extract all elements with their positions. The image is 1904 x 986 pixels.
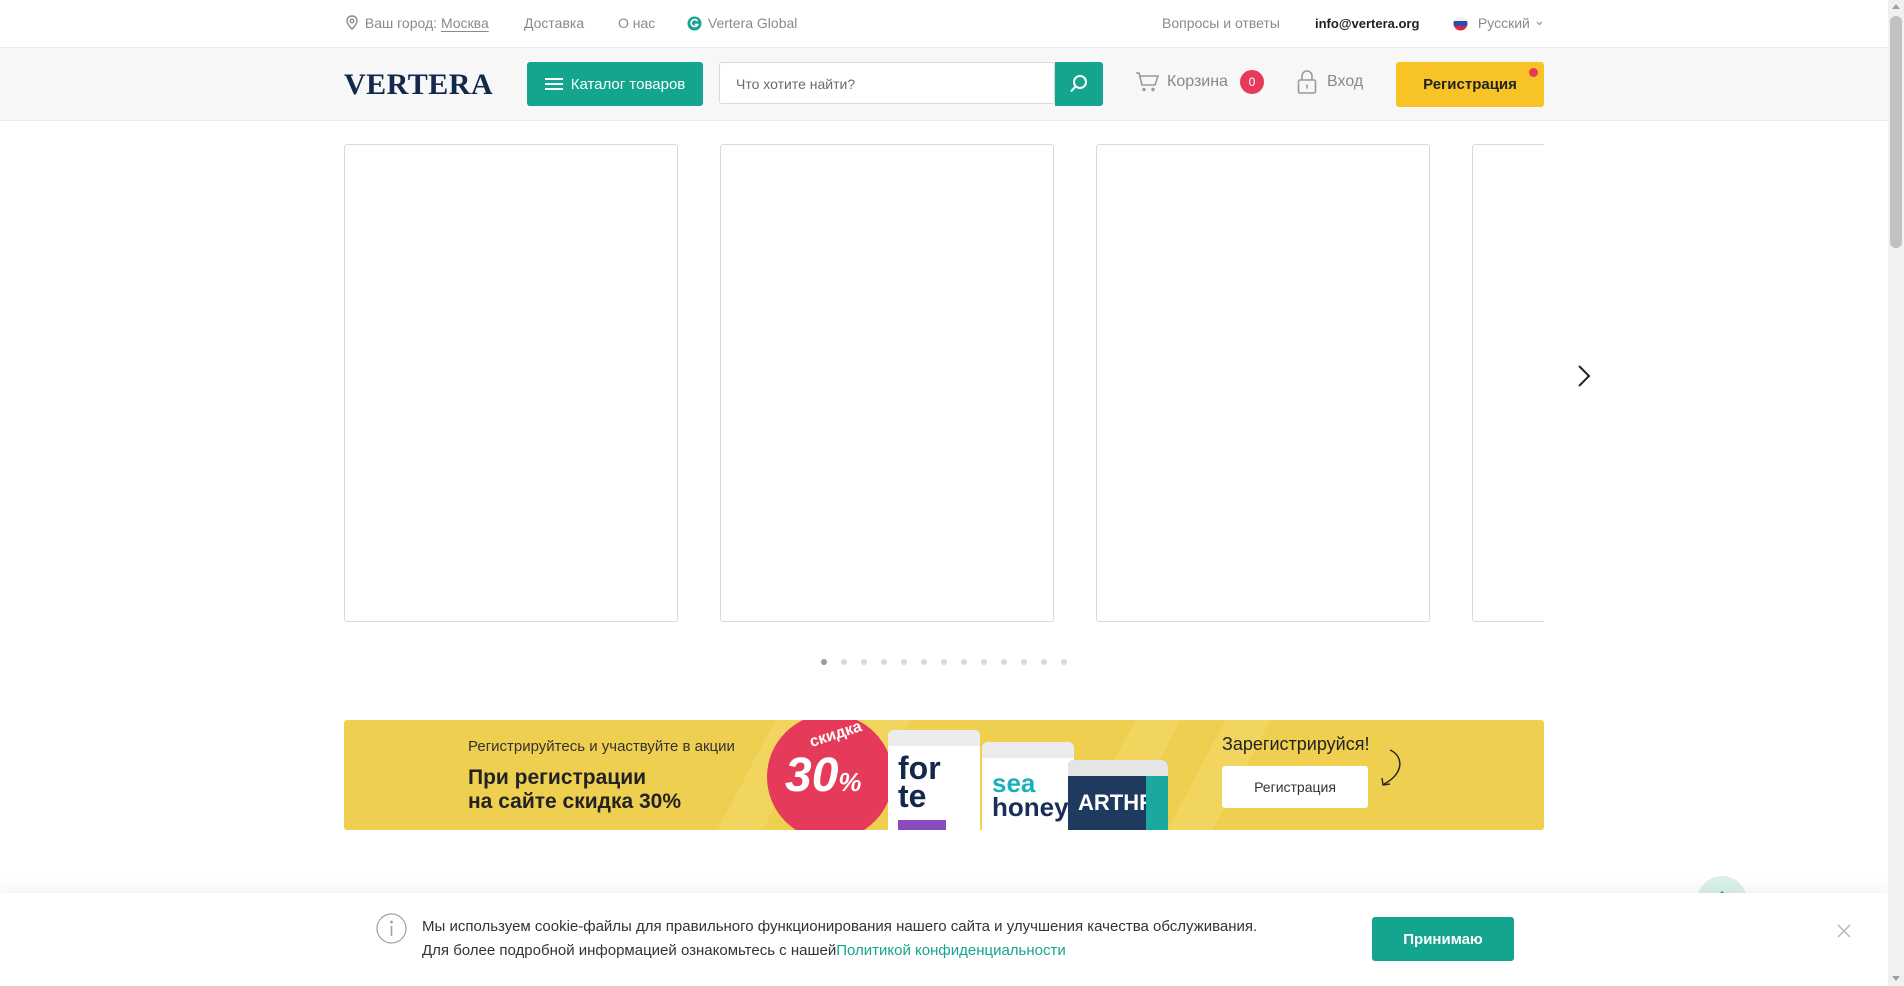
- carousel-dot[interactable]: [861, 659, 867, 665]
- chevron-down-icon: [1536, 21, 1543, 26]
- scroll-down-arrow-icon[interactable]: [1892, 976, 1900, 981]
- product-card[interactable]: [720, 144, 1054, 622]
- product-card[interactable]: [1096, 144, 1430, 622]
- cookie-line2-wrapper: Для более подробной информацией ознакомь…: [422, 939, 1257, 963]
- carousel-dot[interactable]: [1001, 659, 1007, 665]
- honey-label: honey: [992, 792, 1069, 822]
- russia-flag-icon: [1453, 16, 1468, 31]
- banner-register-button[interactable]: Регистрация: [1222, 766, 1368, 808]
- search-icon: [1070, 75, 1087, 93]
- email-link[interactable]: info@vertera.org: [1315, 16, 1419, 31]
- carousel-dot[interactable]: [1061, 659, 1067, 665]
- carousel-dot[interactable]: [841, 659, 847, 665]
- cookie-banner: Мы используем cookie-файлы для правильно…: [0, 893, 1888, 986]
- search-input[interactable]: Что хотите найти?: [719, 62, 1055, 104]
- banner-cta-text: Зарегистрируйся!: [1222, 734, 1370, 754]
- vertera-global-link[interactable]: Vertera Global: [687, 15, 797, 31]
- language-label: Русский: [1477, 15, 1530, 31]
- cart-link[interactable]: Корзина 0: [1135, 70, 1264, 94]
- cart-label: Корзина: [1167, 73, 1228, 90]
- catalog-label: Каталог товаров: [570, 75, 686, 93]
- about-link[interactable]: О нас: [618, 15, 655, 31]
- main-header: VERTERA Каталог товаров Что хотите найти…: [0, 48, 1888, 121]
- menu-icon: [544, 78, 563, 90]
- discount-number: 30%: [785, 748, 862, 803]
- banner-title: При регистрации на сайте скидка 30%: [468, 766, 728, 814]
- city-value[interactable]: Москва: [441, 15, 489, 31]
- product-jar-arthro: ARTHRO: [1068, 760, 1168, 830]
- curved-arrow-icon: [1381, 749, 1401, 786]
- banner-title-line2: на сайте скидка 30%: [468, 790, 682, 813]
- cart-icon: [1136, 72, 1159, 92]
- register-button[interactable]: Регистрация: [1396, 62, 1544, 107]
- carousel-dot[interactable]: [1021, 659, 1027, 665]
- carousel-dot[interactable]: [1041, 659, 1047, 665]
- login-label: Вход: [1327, 73, 1364, 90]
- top-bar: Ваш город: Москва Доставка О нас Vertera…: [0, 0, 1888, 48]
- login-link[interactable]: Вход: [1297, 70, 1363, 94]
- carousel-dot[interactable]: [921, 659, 927, 665]
- discount-badge: скидка 30%: [767, 720, 893, 830]
- forte-stripe: [898, 820, 946, 830]
- scroll-up-arrow-icon[interactable]: [1892, 4, 1900, 9]
- carousel-next-button[interactable]: [1572, 361, 1596, 391]
- notification-dot: [1529, 68, 1538, 77]
- language-selector[interactable]: Русский: [1453, 15, 1543, 31]
- product-card[interactable]: [1472, 144, 1544, 622]
- jar-lid: [982, 742, 1074, 758]
- vertera-global-label: Vertera Global: [707, 15, 798, 31]
- chevron-right-icon: [1578, 365, 1591, 387]
- accept-cookies-button[interactable]: Принимаю: [1372, 917, 1514, 961]
- city-label: Ваш город:: [364, 15, 438, 31]
- banner-subtitle: Регистрируйтесь и участвуйте в акции: [468, 738, 735, 755]
- city-selector[interactable]: Ваш город: Москва: [346, 15, 489, 31]
- cookie-line2: Для более подробной информацией ознакомь…: [422, 942, 837, 959]
- info-icon: [376, 913, 407, 944]
- delivery-link[interactable]: Доставка: [524, 15, 584, 31]
- faq-link[interactable]: Вопросы и ответы: [1162, 15, 1280, 31]
- catalog-button[interactable]: Каталог товаров: [527, 62, 703, 106]
- promo-banner[interactable]: Регистрируйтесь и участвуйте в акции При…: [344, 720, 1544, 830]
- cookie-line1: Мы используем cookie-файлы для правильно…: [422, 918, 1258, 935]
- carousel-dot[interactable]: [941, 659, 947, 665]
- forte-label-2: te: [898, 778, 927, 814]
- privacy-policy-link[interactable]: Политикой конфиденциальности: [836, 942, 1066, 959]
- discount-value: 30: [785, 749, 839, 802]
- search-button[interactable]: [1055, 62, 1103, 106]
- product-card[interactable]: [344, 144, 678, 622]
- product-card-partial-wrapper: [1472, 144, 1544, 622]
- carousel-dot[interactable]: [961, 659, 967, 665]
- vertera-logo[interactable]: VERTERA: [344, 68, 493, 102]
- close-icon[interactable]: [1836, 923, 1852, 939]
- location-pin-icon: [346, 15, 358, 30]
- scrollbar-thumb[interactable]: [1890, 16, 1902, 248]
- cookie-message: Мы используем cookie-файлы для правильно…: [422, 915, 1257, 963]
- lock-icon: [1297, 70, 1317, 94]
- vertera-global-icon: [687, 16, 702, 31]
- arthro-stripe: [1146, 776, 1168, 830]
- banner-title-line1: При регистрации: [468, 766, 647, 789]
- carousel-dot[interactable]: [981, 659, 987, 665]
- carousel-pagination: [821, 659, 1067, 665]
- jar-lid: [888, 730, 980, 746]
- register-label: Регистрация: [1423, 76, 1517, 93]
- jar-lid: [1068, 760, 1168, 776]
- carousel-dot[interactable]: [821, 659, 827, 665]
- product-jar-forte: for te: [888, 730, 980, 830]
- cart-count-badge: 0: [1239, 70, 1264, 94]
- product-jar-sea-honey: sea honey: [982, 742, 1074, 830]
- carousel-dot[interactable]: [881, 659, 887, 665]
- discount-percent: %: [838, 767, 862, 797]
- carousel-dot[interactable]: [901, 659, 907, 665]
